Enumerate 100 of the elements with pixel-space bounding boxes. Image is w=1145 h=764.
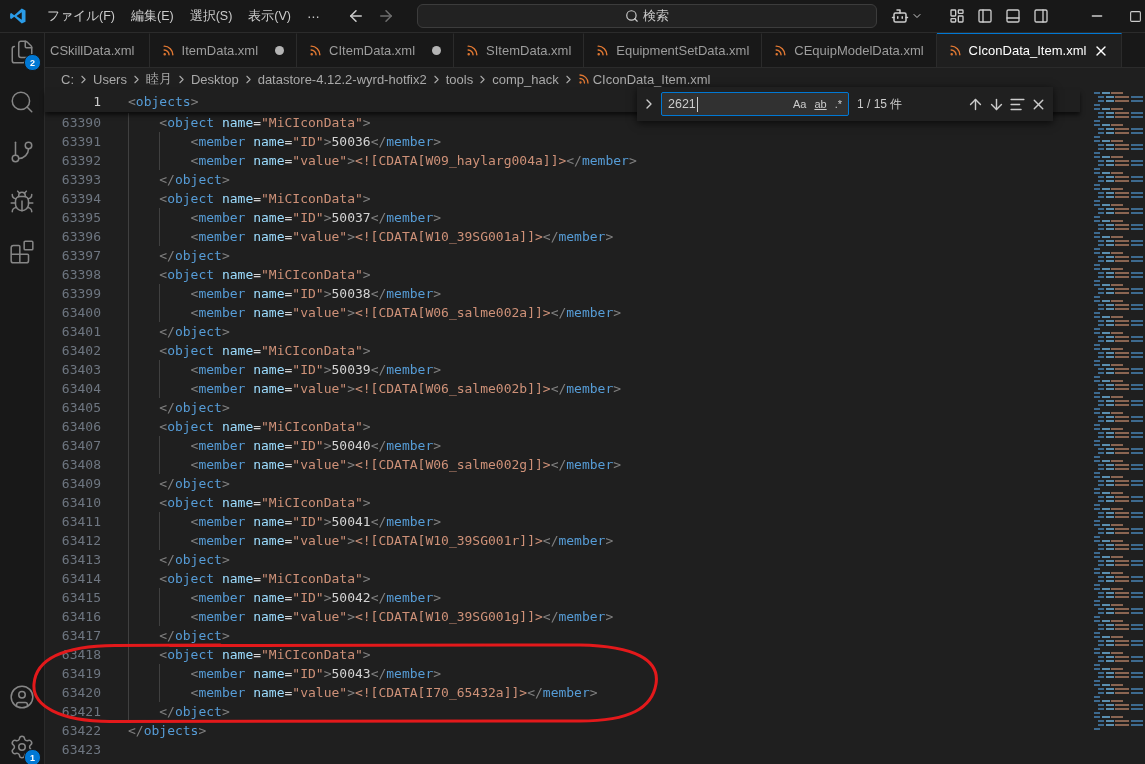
settings-icon[interactable] <box>9 734 35 760</box>
line-number: 63405 <box>60 400 101 415</box>
code-line: <object name="MiCIconData"> <box>128 645 371 664</box>
code-line: <member name="value"><![CDATA[I70_65432a]]></member> <box>128 683 598 702</box>
panel-right-icon[interactable] <box>1033 8 1049 24</box>
feed-icon <box>577 73 590 85</box>
line-number: 63416 <box>60 609 101 624</box>
line-number: 63398 <box>60 267 101 282</box>
line-number: 63392 <box>60 153 101 168</box>
find-option[interactable]: ab <box>812 97 829 111</box>
code-line: <member name="ID">50043</member> <box>128 664 442 683</box>
breadcrumb-item[interactable]: tools <box>445 71 474 87</box>
account-icon[interactable] <box>9 684 35 710</box>
line-number: 1 <box>92 93 101 109</box>
find-input[interactable]: 2621 Aa ab .* <box>661 92 849 116</box>
line-number: 63413 <box>60 552 101 567</box>
code-line: <objects> <box>128 92 199 111</box>
code-line: </object> <box>128 626 230 645</box>
code-line: <member name="ID">50037</member> <box>128 208 442 227</box>
maximize-icon[interactable] <box>1129 9 1142 23</box>
code-line: <object name="MiCIconData"> <box>128 189 371 208</box>
line-number: 63419 <box>60 666 101 681</box>
robot-icon[interactable] <box>891 7 910 25</box>
code-line: <member name="ID">50042</member> <box>128 588 442 607</box>
code-line: <member name="value"><![CDATA[W06_salme002g]]></member> <box>128 455 622 474</box>
modified-dot-icon <box>432 46 442 55</box>
line-number: 63410 <box>60 495 101 510</box>
code-line: <member name="value"><![CDATA[W10_39SG001r]]></member> <box>128 531 614 550</box>
code-line: <object name="MiCIconData"> <box>128 341 371 360</box>
breadcrumb-item[interactable]: Users <box>93 71 127 87</box>
line-number: 63390 <box>60 115 101 130</box>
code-line: </object> <box>128 170 230 189</box>
panel-left-icon[interactable] <box>977 8 993 24</box>
code-line: <object name="MiCIconData"> <box>128 417 371 436</box>
line-number: 63396 <box>60 229 101 244</box>
breadcrumb-item[interactable]: Desktop <box>190 71 239 87</box>
line-number: 63417 <box>60 628 101 643</box>
feed-icon <box>948 44 962 57</box>
search-icon <box>625 9 640 23</box>
breadcrumb-item[interactable]: C: <box>61 71 74 87</box>
menu-item[interactable]: 表示(V) <box>240 7 299 25</box>
branch-icon[interactable] <box>9 139 35 165</box>
find-option[interactable]: Aa <box>790 97 809 111</box>
count-badge: 1 <box>24 749 41 764</box>
layout-icon[interactable] <box>949 8 965 24</box>
line-number: 63401 <box>60 324 101 339</box>
code-line: <object name="MiCIconData"> <box>128 265 371 284</box>
feed-icon <box>466 44 480 57</box>
line-number: 63414 <box>60 571 101 586</box>
code-line: <object name="MiCIconData"> <box>128 113 371 132</box>
code-line: </object> <box>128 474 230 493</box>
line-number: 63397 <box>60 248 101 263</box>
line-number: 63402 <box>60 343 101 358</box>
breadcrumb-item[interactable]: datastore-4.12.2-wyrd-hotfix2 <box>257 71 427 87</box>
code-line: <object name="MiCIconData"> <box>128 569 371 588</box>
code-line: </objects> <box>128 722 207 740</box>
code-line: <member name="ID">50040</member> <box>128 436 442 455</box>
breadcrumb-item[interactable]: 睦月 <box>145 70 172 88</box>
line-number: 63399 <box>60 286 101 301</box>
line-number: 63422 <box>60 723 101 738</box>
code-line: </object> <box>128 398 230 417</box>
bug-icon[interactable] <box>9 189 35 215</box>
breadcrumb-item[interactable]: CIconData_Item.xml <box>592 71 711 87</box>
breadcrumb-item[interactable]: comp_hack <box>492 71 559 87</box>
code-line: <object name="MiCIconData"> <box>128 493 371 512</box>
line-number: 63411 <box>60 514 101 529</box>
code-line: <member name="value"><![CDATA[W10_39SG001a]]></member> <box>128 227 614 246</box>
menu-item[interactable]: 選択(S) <box>181 7 241 25</box>
line-number: 63403 <box>60 362 101 377</box>
code-line: <member name="ID">50041</member> <box>128 512 442 531</box>
search-icon[interactable] <box>9 89 35 115</box>
panel-bottom-icon[interactable] <box>1005 8 1021 24</box>
line-number: 63391 <box>60 134 101 149</box>
code-line: <member name="value"><![CDATA[W06_salme002a]]></member> <box>128 303 622 322</box>
menu-item[interactable]: ⋯ <box>299 8 328 24</box>
code-line: </object> <box>128 246 230 265</box>
blocks-icon[interactable] <box>9 239 35 265</box>
line-number: 63400 <box>60 305 101 320</box>
feed-icon <box>161 44 175 57</box>
code-line: </object> <box>128 322 230 341</box>
feed-icon <box>774 44 788 57</box>
menu-item[interactable]: 編集(E) <box>122 7 182 25</box>
menu-item[interactable]: ファイル(F) <box>39 7 123 25</box>
code-line: </object> <box>128 550 230 569</box>
explorer-icon[interactable] <box>9 39 35 65</box>
find-option[interactable]: .* <box>832 97 844 111</box>
search-field[interactable]: 検索 <box>417 4 878 28</box>
feed-icon <box>596 44 610 57</box>
line-number: 63408 <box>60 457 101 472</box>
editor-tab[interactable]: CIconData_Item.xml <box>936 33 1123 67</box>
match-count: 1 / 15 件 <box>857 95 903 113</box>
count-badge: 2 <box>24 54 41 71</box>
line-number: 63409 <box>60 476 101 491</box>
code-line: </object> <box>128 702 230 721</box>
code-line: <member name="value"><![CDATA[W10_39SG001g]]></member> <box>128 607 614 626</box>
line-number: 63406 <box>60 419 101 434</box>
code-line: <member name="value"><![CDATA[W09_haylarg004a]]></member> <box>128 151 637 170</box>
code-line: <member name="value"><![CDATA[W06_salme002b]]></member> <box>128 379 622 398</box>
code-line: <member name="ID">50038</member> <box>128 284 442 303</box>
line-number: 63420 <box>60 685 101 700</box>
